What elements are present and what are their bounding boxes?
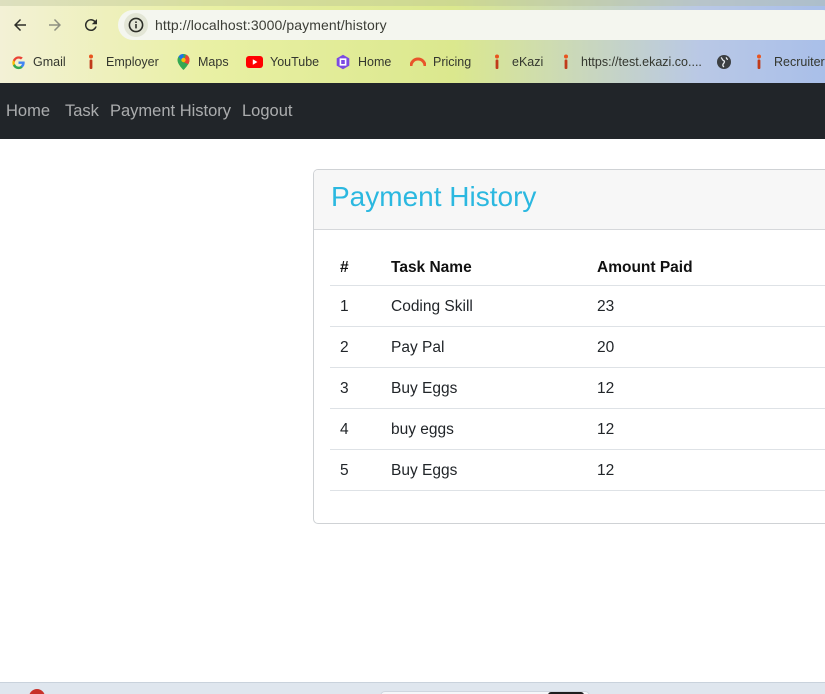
- bookmark-ekazi[interactable]: eKazi: [489, 49, 543, 75]
- amount-paid: 23: [597, 298, 615, 315]
- table-row: 4 buy eggs 12: [330, 409, 825, 450]
- table-row: 3 Buy Eggs 12: [330, 368, 825, 409]
- bookmark-test-ekazi[interactable]: https://test.ekazi.co....: [558, 49, 702, 75]
- nav-payment-history-link[interactable]: Payment History: [110, 102, 231, 121]
- row-number: 2: [340, 339, 349, 356]
- column-header-task-name: Task Name: [391, 259, 472, 276]
- bookmark-label: Home: [358, 55, 392, 69]
- ekazi-icon: [83, 54, 99, 70]
- reload-icon: [84, 19, 97, 32]
- row-number: 5: [340, 462, 349, 479]
- amount-paid: 12: [597, 421, 615, 438]
- home-hexagon-icon: [335, 54, 351, 70]
- row-number: 3: [340, 380, 349, 397]
- forward-button[interactable]: [43, 13, 67, 37]
- nav-logout-link[interactable]: Logout: [242, 102, 292, 121]
- payment-history-card: Payment History # Task Name Amount Paid …: [313, 169, 825, 524]
- bookmark-label: Pricing: [433, 55, 472, 69]
- table-row: 1 Coding Skill 23: [330, 286, 825, 327]
- bookmark-label: https://test.ekazi.co....: [581, 55, 702, 69]
- bookmark-label: Employer: [106, 55, 159, 69]
- task-name: Buy Eggs: [391, 380, 458, 397]
- arrow-right-icon: [49, 19, 61, 31]
- bookmark-home[interactable]: Home: [335, 49, 391, 75]
- arrow-left-icon: [14, 19, 26, 31]
- task-name: Coding Skill: [391, 298, 473, 315]
- amount-paid: 12: [597, 462, 615, 479]
- taskbar-app-icon[interactable]: [29, 689, 45, 694]
- globe-icon: [716, 54, 732, 70]
- column-header-amount-paid: Amount Paid: [597, 259, 693, 276]
- bookmark-recruiter[interactable]: Recruiter: [751, 49, 825, 75]
- amount-paid: 20: [597, 339, 615, 356]
- bookmark-label: Recruiter: [774, 55, 825, 69]
- address-bar[interactable]: http://localhost:3000/payment/history: [118, 10, 825, 40]
- bookmark-label: YouTube: [270, 55, 320, 69]
- payment-history-table: # Task Name Amount Paid 1 Coding Skill 2…: [330, 246, 825, 491]
- card-header: Payment History: [314, 170, 825, 230]
- table-row: 5 Buy Eggs 12: [330, 450, 825, 491]
- row-number: 4: [340, 421, 349, 438]
- table-row: 2 Pay Pal 20: [330, 327, 825, 368]
- task-name: buy eggs: [391, 421, 454, 438]
- task-name: Buy Eggs: [391, 462, 458, 479]
- nav-task-link[interactable]: Task: [65, 102, 99, 121]
- browser-toolbar: http://localhost:3000/payment/history Gm…: [0, 0, 825, 83]
- column-header-number: #: [340, 259, 349, 276]
- bookmarks-bar: Gmail Employer Maps YouTube Home Pricing…: [0, 49, 825, 75]
- row-number: 1: [340, 298, 349, 315]
- ekazi-icon: [489, 54, 505, 70]
- bookmark-label: Maps: [198, 55, 229, 69]
- task-name: Pay Pal: [391, 339, 445, 356]
- amount-paid: 12: [597, 380, 615, 397]
- bookmark-employer[interactable]: Employer: [83, 49, 159, 75]
- url-text: http://localhost:3000/payment/history: [155, 17, 387, 33]
- ekazi-icon: [558, 54, 574, 70]
- bookmark-pricing[interactable]: Pricing: [410, 49, 471, 75]
- page-title: Payment History: [331, 181, 537, 212]
- ekazi-icon: [751, 54, 767, 70]
- back-button[interactable]: [8, 13, 32, 37]
- tab-strip: [0, 0, 825, 6]
- pricing-arc-icon: [410, 54, 426, 70]
- os-taskbar: [0, 682, 825, 694]
- reload-button[interactable]: [79, 13, 103, 37]
- bookmark-gmail[interactable]: Gmail: [10, 49, 66, 75]
- info-icon: [128, 17, 144, 33]
- bookmark-globe[interactable]: [716, 49, 739, 75]
- nav-home-link[interactable]: Home: [6, 102, 50, 121]
- app-navbar: Home Task Payment History Logout: [0, 83, 825, 139]
- bookmark-label: Gmail: [33, 55, 66, 69]
- youtube-icon: [246, 54, 263, 70]
- google-icon: [10, 54, 26, 70]
- bookmark-maps[interactable]: Maps: [175, 49, 229, 75]
- table-header-row: # Task Name Amount Paid: [330, 246, 825, 286]
- site-info-button[interactable]: [124, 13, 148, 37]
- bookmark-label: eKazi: [512, 55, 544, 69]
- maps-pin-icon: [175, 54, 191, 70]
- bookmark-youtube[interactable]: YouTube: [246, 49, 319, 75]
